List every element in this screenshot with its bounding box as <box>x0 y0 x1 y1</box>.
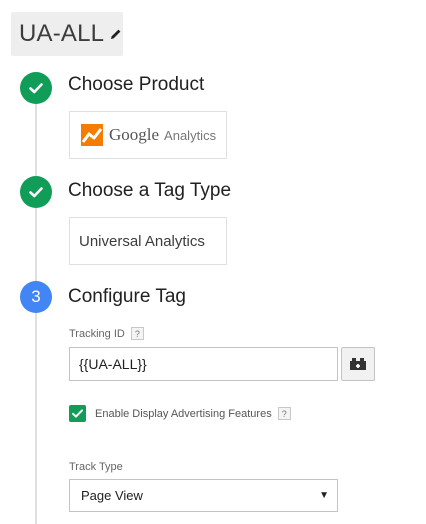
step-number-badge: 3 <box>20 281 52 313</box>
help-icon[interactable]: ? <box>130 327 144 340</box>
product-name: Analytics <box>164 127 217 143</box>
track-type-select[interactable]: Page View ▼ <box>69 479 338 512</box>
display-advertising-row: Enable Display Advertising Features ? <box>69 405 291 422</box>
tracking-id-value: {{UA-ALL}} <box>79 356 147 372</box>
variable-brick-icon <box>350 358 366 370</box>
pencil-icon[interactable] <box>110 28 122 40</box>
display-advertising-checkbox[interactable] <box>69 405 86 422</box>
tag-type-label: Universal Analytics <box>79 232 205 250</box>
tracking-id-input[interactable]: {{UA-ALL}} <box>69 347 338 381</box>
checkmark-icon <box>72 409 83 418</box>
checkmark-icon <box>29 187 43 198</box>
dropdown-arrow-icon: ▼ <box>319 490 329 501</box>
tag-name-header[interactable]: UA-ALL <box>11 12 123 56</box>
tag-name: UA-ALL <box>19 20 105 47</box>
display-advertising-label[interactable]: Enable Display Advertising Features <box>95 408 272 420</box>
tracking-id-label-row: Tracking ID ? <box>69 327 144 340</box>
product-brand: Google <box>109 125 160 144</box>
insert-variable-button[interactable] <box>341 347 375 381</box>
tag-type-card[interactable]: Universal Analytics <box>69 217 227 265</box>
checkmark-icon <box>29 83 43 94</box>
track-type-value: Page View <box>81 488 143 503</box>
google-analytics-logo-icon <box>81 124 103 146</box>
step-title-choose-tag-type: Choose a Tag Type <box>68 180 232 201</box>
step-title-configure-tag: Configure Tag <box>68 286 186 307</box>
tracking-id-label: Tracking ID <box>69 327 125 340</box>
step-complete-icon <box>20 72 52 104</box>
product-card[interactable]: Google Analytics <box>69 111 227 159</box>
step-complete-icon <box>20 176 52 208</box>
track-type-label: Track Type <box>69 461 123 473</box>
help-icon[interactable]: ? <box>277 407 291 420</box>
step-title-choose-product: Choose Product <box>68 74 205 95</box>
